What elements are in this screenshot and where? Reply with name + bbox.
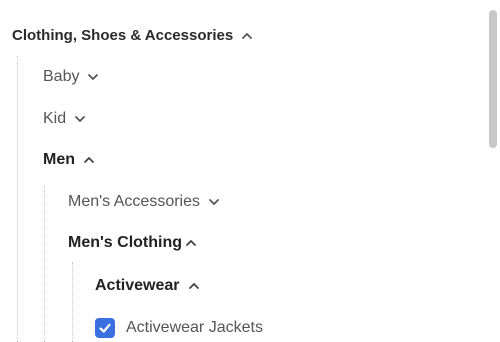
tree-guide-level-2 [44, 186, 45, 342]
category-activewear-label: Activewear [95, 277, 180, 294]
category-men[interactable]: Men [43, 151, 96, 169]
category-men-label: Men [43, 151, 75, 168]
category-kid-label: Kid [43, 110, 67, 127]
chevron-down-icon [73, 112, 87, 126]
category-mens-clothing[interactable]: Men's Clothing [68, 234, 198, 252]
checkmark-icon [99, 323, 111, 333]
category-activewear-jackets[interactable]: Activewear Jackets [95, 318, 263, 338]
chevron-up-icon [82, 153, 96, 167]
category-activewear-jackets-label: Activewear Jackets [126, 319, 263, 336]
chevron-down-icon [86, 70, 100, 84]
category-root[interactable]: Clothing, Shoes & Accessories [12, 27, 254, 44]
category-kid[interactable]: Kid [43, 110, 87, 128]
activewear-jackets-checkbox[interactable] [95, 318, 115, 338]
chevron-up-icon [187, 279, 201, 293]
category-baby[interactable]: Baby [43, 68, 100, 86]
category-root-label: Clothing, Shoes & Accessories [12, 27, 234, 44]
category-baby-label: Baby [43, 68, 80, 85]
scrollbar-thumb[interactable] [489, 10, 497, 148]
tree-guide-level-3 [72, 262, 73, 342]
category-activewear[interactable]: Activewear [95, 277, 201, 295]
chevron-up-icon [184, 236, 198, 250]
scrollbar-track[interactable] [486, 0, 500, 342]
chevron-down-icon [207, 195, 221, 209]
category-filter-panel: Clothing, Shoes & Accessories Baby Kid M… [0, 0, 500, 342]
category-mens-accessories-label: Men's Accessories [68, 193, 200, 210]
category-mens-clothing-label: Men's Clothing [68, 234, 183, 251]
tree-guide-level-1 [17, 56, 18, 342]
category-mens-accessories[interactable]: Men's Accessories [68, 193, 221, 211]
chevron-up-icon [240, 29, 254, 43]
